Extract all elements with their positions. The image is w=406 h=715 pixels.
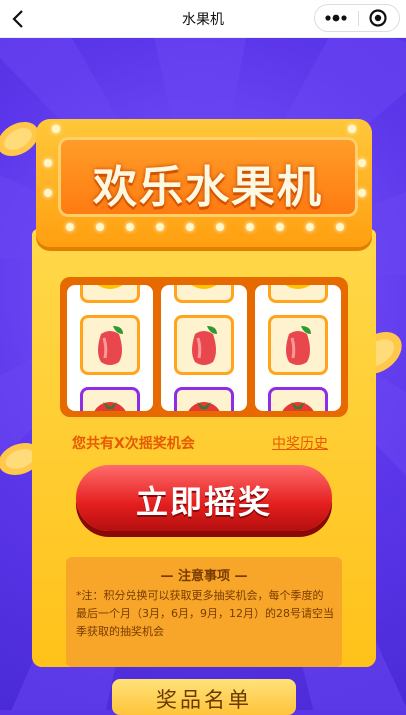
symbol-cell — [174, 315, 234, 375]
more-dots-icon[interactable] — [315, 5, 358, 31]
slot-machine: 欢乐水果机 您共有X次摇奖机会 中奖历史 立即摇奖 — 注意事项 — *注：积分… — [32, 119, 376, 667]
banana-icon — [97, 285, 123, 289]
reel — [67, 285, 153, 411]
symbol-cell — [268, 285, 328, 303]
machine-sign: 欢乐水果机 — [58, 137, 358, 217]
nav-bar: 水果机 — [0, 0, 406, 38]
page-background: 欢乐水果机 您共有X次摇奖机会 中奖历史 立即摇奖 — 注意事项 — *注：积分… — [0, 37, 406, 710]
notice-title: — 注意事项 — — [160, 569, 248, 584]
draw-now-button[interactable]: 立即摇奖 — [76, 465, 332, 531]
light-bulb — [44, 159, 52, 167]
machine-title: 欢乐水果机 — [93, 162, 323, 213]
close-circle-icon[interactable] — [359, 5, 399, 31]
symbol-cell — [80, 315, 140, 375]
mini-program-capsule — [314, 4, 400, 32]
prize-history-link[interactable]: 中奖历史 — [272, 433, 328, 453]
tomato-icon — [282, 402, 314, 411]
draw-count-text: 您共有X次摇奖机会 — [72, 436, 195, 452]
light-bulb — [306, 223, 314, 231]
tomato-icon — [94, 402, 126, 411]
light-bulb — [246, 223, 254, 231]
symbol-cell — [268, 387, 328, 411]
reel — [255, 285, 341, 411]
reel — [161, 285, 247, 411]
banana-icon — [285, 285, 311, 289]
wax-apple-icon — [192, 326, 217, 365]
light-bulb — [96, 223, 104, 231]
wax-apple-icon — [286, 326, 311, 365]
light-bulb — [358, 189, 366, 197]
light-bulb — [358, 159, 366, 167]
light-bulb — [52, 125, 60, 133]
symbol-cell — [174, 387, 234, 411]
reel-window — [60, 277, 348, 417]
symbol-cell — [80, 285, 140, 303]
symbol-cell — [174, 285, 234, 303]
light-bulb — [126, 223, 134, 231]
symbol-cell — [268, 315, 328, 375]
light-bulb — [44, 189, 52, 197]
light-bulb — [156, 223, 164, 231]
symbol-cell — [80, 387, 140, 411]
light-bulb — [348, 125, 356, 133]
light-bulb — [336, 223, 344, 231]
banana-icon — [191, 285, 217, 289]
light-bulb — [66, 223, 74, 231]
light-bulb — [216, 223, 224, 231]
notice-text: *注：积分兑换可以获取更多抽奖机会，每个季度的最后一个月（3月，6月，9月，12… — [76, 589, 334, 638]
draw-button-label: 立即摇奖 — [135, 483, 272, 521]
machine-header: 欢乐水果机 — [36, 119, 372, 247]
light-bulb — [276, 223, 284, 231]
tomato-icon — [188, 402, 220, 411]
light-bulb — [186, 223, 194, 231]
wax-apple-icon — [98, 326, 123, 365]
notice-panel: — 注意事项 — *注：积分兑换可以获取更多抽奖机会，每个季度的最后一个月（3月… — [66, 557, 342, 667]
